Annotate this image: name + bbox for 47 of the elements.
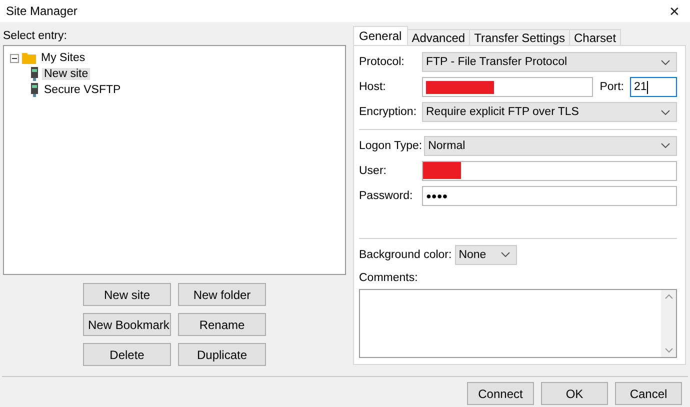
dialog-button[interactable]: OK	[541, 382, 608, 405]
comments-field[interactable]	[359, 288, 677, 358]
tab[interactable]: Charset	[569, 29, 622, 45]
field-label: User:	[359, 164, 388, 177]
window-title: Site Manager	[6, 4, 78, 18]
field-label: Port:	[600, 81, 624, 93]
dialog-button[interactable]: Connect	[467, 382, 534, 405]
tree-item[interactable]: New site	[42, 68, 90, 80]
user-field[interactable]	[422, 160, 677, 181]
action-button[interactable]: Duplicate	[178, 343, 266, 366]
tree-item[interactable]: My Sites	[39, 52, 88, 64]
tree-item[interactable]: Secure VSFTP	[42, 84, 123, 96]
dropdown[interactable]: FTP - File Transfer Protocol	[422, 52, 677, 72]
port-field[interactable]: 21	[630, 77, 677, 97]
scroll-down-icon[interactable]	[664, 348, 672, 354]
tab[interactable]: Transfer Settings	[469, 29, 570, 45]
chevron-down-icon	[661, 60, 670, 64]
field-label: Host:	[359, 81, 387, 93]
field-label: Encryption:	[359, 106, 418, 118]
scroll-up-icon[interactable]	[664, 294, 672, 299]
field-label: Comments:	[359, 272, 419, 284]
server-icon	[30, 83, 39, 97]
field-label: Password:	[359, 190, 414, 202]
chevron-down-icon	[661, 110, 670, 114]
action-button[interactable]: Rename	[178, 313, 266, 336]
chevron-down-icon	[500, 252, 510, 258]
action-button[interactable]: New site	[83, 283, 171, 306]
select-label: Select entry:	[3, 30, 68, 42]
chevron-down-icon	[661, 143, 670, 148]
tab[interactable]: General	[353, 26, 408, 45]
field-label: Logon Type:	[359, 140, 422, 152]
tab[interactable]: Advanced	[406, 29, 470, 45]
dialog-button[interactable]: Cancel	[615, 382, 682, 405]
action-button[interactable]: Delete	[83, 343, 171, 366]
action-button[interactable]: New Bookmark	[83, 313, 171, 336]
folder-icon	[22, 52, 36, 64]
collapse-toggle[interactable]	[10, 54, 19, 62]
host-field[interactable]	[422, 77, 593, 97]
field-label: Background color:	[359, 248, 452, 261]
password-field[interactable]: ●●●●	[422, 186, 677, 206]
close-button[interactable]: ✕	[665, 4, 684, 18]
dropdown[interactable]: None	[454, 244, 517, 265]
dropdown[interactable]: Require explicit FTP over TLS	[422, 102, 677, 122]
server-icon	[30, 67, 39, 81]
dropdown[interactable]: Normal	[424, 136, 677, 156]
action-button[interactable]: New folder	[178, 283, 266, 306]
field-label: Protocol:	[359, 56, 406, 68]
